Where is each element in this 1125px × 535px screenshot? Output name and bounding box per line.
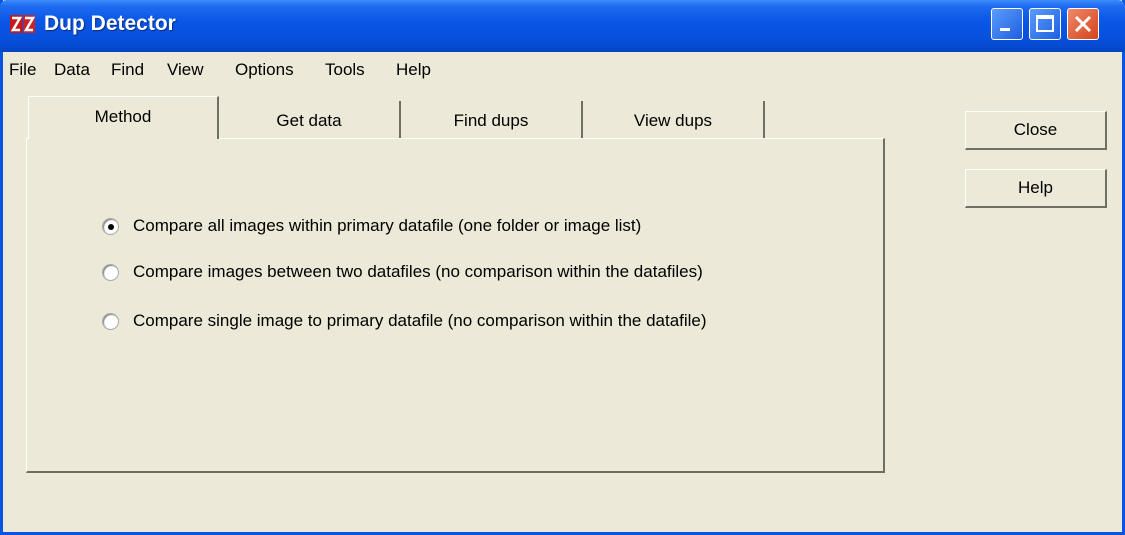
menu-help[interactable]: Help	[396, 60, 431, 80]
close-button[interactable]: Close	[965, 111, 1107, 150]
close-window-button[interactable]	[1067, 8, 1099, 40]
help-button[interactable]: Help	[965, 169, 1107, 208]
app-window: Dup Detector File Data Find View Options…	[0, 0, 1125, 535]
menu-options[interactable]: Options	[235, 60, 294, 80]
menu-data[interactable]: Data	[54, 60, 90, 80]
title-bar[interactable]: Dup Detector	[0, 0, 1125, 52]
minimize-button[interactable]	[991, 8, 1023, 40]
tab-label: Find dups	[453, 111, 529, 130]
radio-label: Compare all images within primary datafi…	[133, 216, 642, 235]
tab-label: Get data	[276, 111, 342, 130]
maximize-icon	[1036, 15, 1054, 32]
minimize-icon	[1000, 28, 1010, 31]
tab-view-dups[interactable]: View dups	[583, 101, 765, 139]
menu-file[interactable]: File	[9, 60, 36, 80]
tab-find-dups[interactable]: Find dups	[401, 101, 583, 139]
menu-bar: File Data Find View Options Tools Help	[3, 52, 1122, 88]
radio-button[interactable]	[102, 218, 119, 235]
tab-label: View dups	[633, 111, 713, 130]
radio-label: Compare images between two datafiles (no…	[133, 262, 703, 281]
radio-button[interactable]	[102, 313, 119, 330]
tab-method[interactable]: Method	[28, 96, 219, 139]
maximize-button[interactable]	[1029, 8, 1061, 40]
app-logo-icon	[10, 15, 36, 33]
radio-button[interactable]	[102, 264, 119, 281]
menu-find[interactable]: Find	[111, 60, 144, 80]
tab-get-data[interactable]: Get data	[219, 101, 401, 139]
window-title: Dup Detector	[44, 12, 176, 35]
radio-selected-dot	[108, 224, 114, 230]
close-icon	[1074, 15, 1092, 33]
menu-view[interactable]: View	[167, 60, 204, 80]
method-tab-panel	[26, 138, 885, 473]
tab-label: Method	[94, 107, 152, 126]
radio-label: Compare single image to primary datafile…	[133, 311, 707, 330]
menu-tools[interactable]: Tools	[325, 60, 365, 80]
